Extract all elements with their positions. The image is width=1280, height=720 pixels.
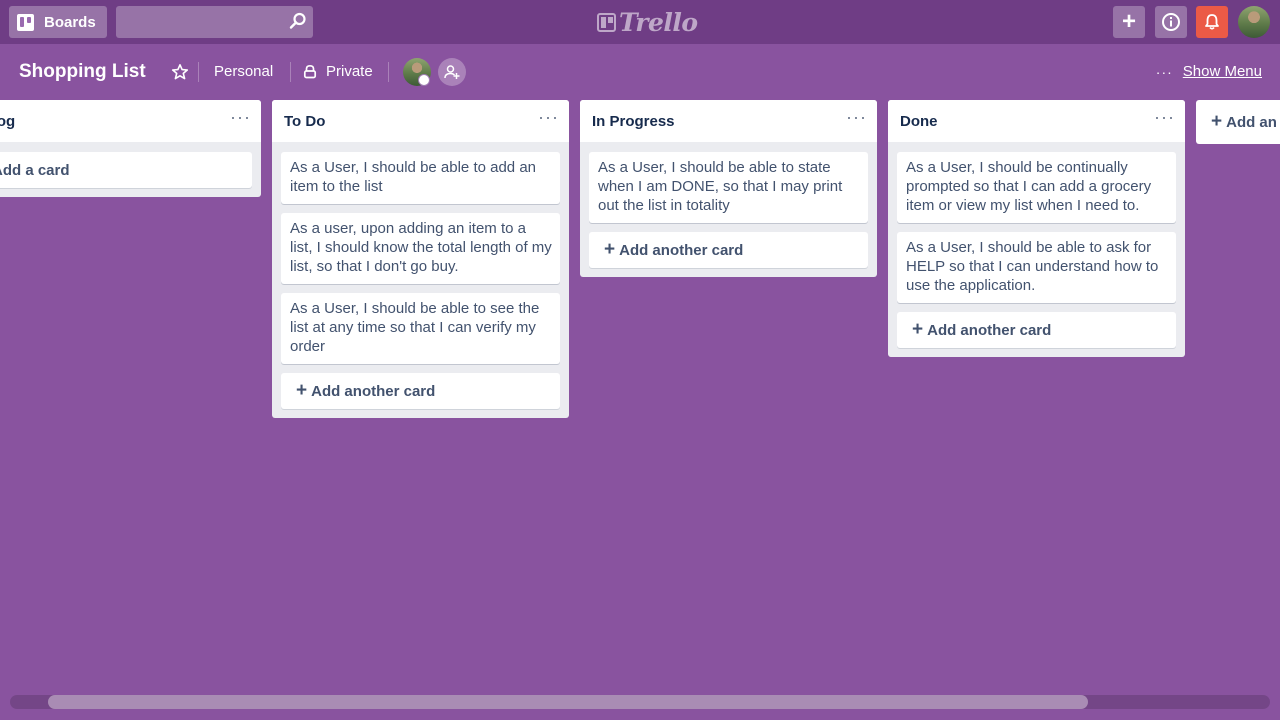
trello-logo-text: Trello xyxy=(619,7,698,37)
visibility-button[interactable]: Private xyxy=(326,62,373,82)
boards-icon xyxy=(17,13,34,31)
list-header[interactable]: cklog ··· xyxy=(0,100,261,142)
add-card-button[interactable]: + Add another card xyxy=(589,232,868,268)
add-card-label: Add another card xyxy=(619,241,744,259)
header-divider xyxy=(198,62,199,82)
add-member-icon xyxy=(444,65,460,79)
scrollbar-thumb[interactable] xyxy=(48,695,1088,709)
more-icon: ··· xyxy=(1155,64,1173,80)
list-title[interactable]: To Do xyxy=(284,114,557,129)
add-list-label: Add an xyxy=(1226,113,1277,131)
list-in-progress: In Progress ··· As a User, I should be a… xyxy=(580,100,877,277)
create-button[interactable]: + xyxy=(1113,6,1145,38)
plus-icon: + xyxy=(1211,111,1223,132)
list-menu-icon[interactable]: ··· xyxy=(1154,108,1175,126)
list-done: Done ··· As a User, I should be continua… xyxy=(888,100,1185,357)
add-card-button[interactable]: + Add another card xyxy=(281,373,560,409)
header-divider xyxy=(290,62,291,82)
add-card-label: Add a card xyxy=(0,161,70,179)
plus-icon: + xyxy=(604,239,616,260)
list-header[interactable]: To Do ··· xyxy=(272,100,569,142)
list-menu-icon[interactable]: ··· xyxy=(538,108,559,126)
add-card-label: Add another card xyxy=(927,321,1052,339)
list-body: As a User, I should be able to add an it… xyxy=(272,142,569,418)
add-card-button[interactable]: + Add another card xyxy=(897,312,1176,348)
plus-icon: + xyxy=(912,319,924,340)
list-title[interactable]: cklog xyxy=(0,114,249,129)
info-icon xyxy=(1162,13,1180,31)
header-divider xyxy=(388,62,389,82)
add-card-button[interactable]: Add a card xyxy=(0,152,252,188)
bell-icon xyxy=(1205,14,1219,30)
user-avatar[interactable] xyxy=(1238,6,1270,38)
list-body: As a User, I should be able to state whe… xyxy=(580,142,877,277)
list-header[interactable]: In Progress ··· xyxy=(580,100,877,142)
list-body: Add a card xyxy=(0,142,261,197)
list-menu-icon[interactable]: ··· xyxy=(230,108,251,126)
lock-icon xyxy=(303,64,317,79)
card[interactable]: As a user, upon adding an item to a list… xyxy=(281,213,560,284)
plus-icon: + xyxy=(1121,8,1136,35)
invite-button[interactable] xyxy=(438,58,466,86)
list-title[interactable]: In Progress xyxy=(592,114,865,129)
card[interactable]: As a User, I should be able to add an it… xyxy=(281,152,560,204)
show-menu-button[interactable]: ··· Show Menu xyxy=(1156,62,1262,82)
list-menu-icon[interactable]: ··· xyxy=(846,108,867,126)
card[interactable]: As a User, I should be able to see the l… xyxy=(281,293,560,364)
card[interactable]: As a User, I should be continually promp… xyxy=(897,152,1176,223)
team-button[interactable]: Personal xyxy=(214,62,273,82)
list-body: As a User, I should be continually promp… xyxy=(888,142,1185,357)
admin-badge-icon xyxy=(418,74,430,86)
show-menu-label: Show Menu xyxy=(1182,63,1262,80)
list-to-do: To Do ··· As a User, I should be able to… xyxy=(272,100,569,418)
list-backlog: cklog ··· Add a card xyxy=(0,100,261,197)
notifications-button[interactable] xyxy=(1196,6,1228,38)
search-icon[interactable] xyxy=(289,12,307,30)
search-input[interactable] xyxy=(116,6,313,38)
add-card-label: Add another card xyxy=(311,382,436,400)
star-icon[interactable] xyxy=(171,63,189,81)
card[interactable]: As a User, I should be able to state whe… xyxy=(589,152,868,223)
boards-button-label: Boards xyxy=(44,13,96,31)
plus-icon: + xyxy=(296,380,308,401)
board-title[interactable]: Shopping List xyxy=(19,60,146,84)
info-button[interactable] xyxy=(1155,6,1187,38)
list-title[interactable]: Done xyxy=(900,114,1173,129)
trello-logo[interactable]: Trello xyxy=(597,7,698,37)
add-list-button[interactable]: + Add an xyxy=(1196,100,1280,144)
trello-logo-icon xyxy=(597,12,616,32)
card[interactable]: As a User, I should be able to ask for H… xyxy=(897,232,1176,303)
list-header[interactable]: Done ··· xyxy=(888,100,1185,142)
boards-button[interactable]: Boards xyxy=(9,6,107,38)
